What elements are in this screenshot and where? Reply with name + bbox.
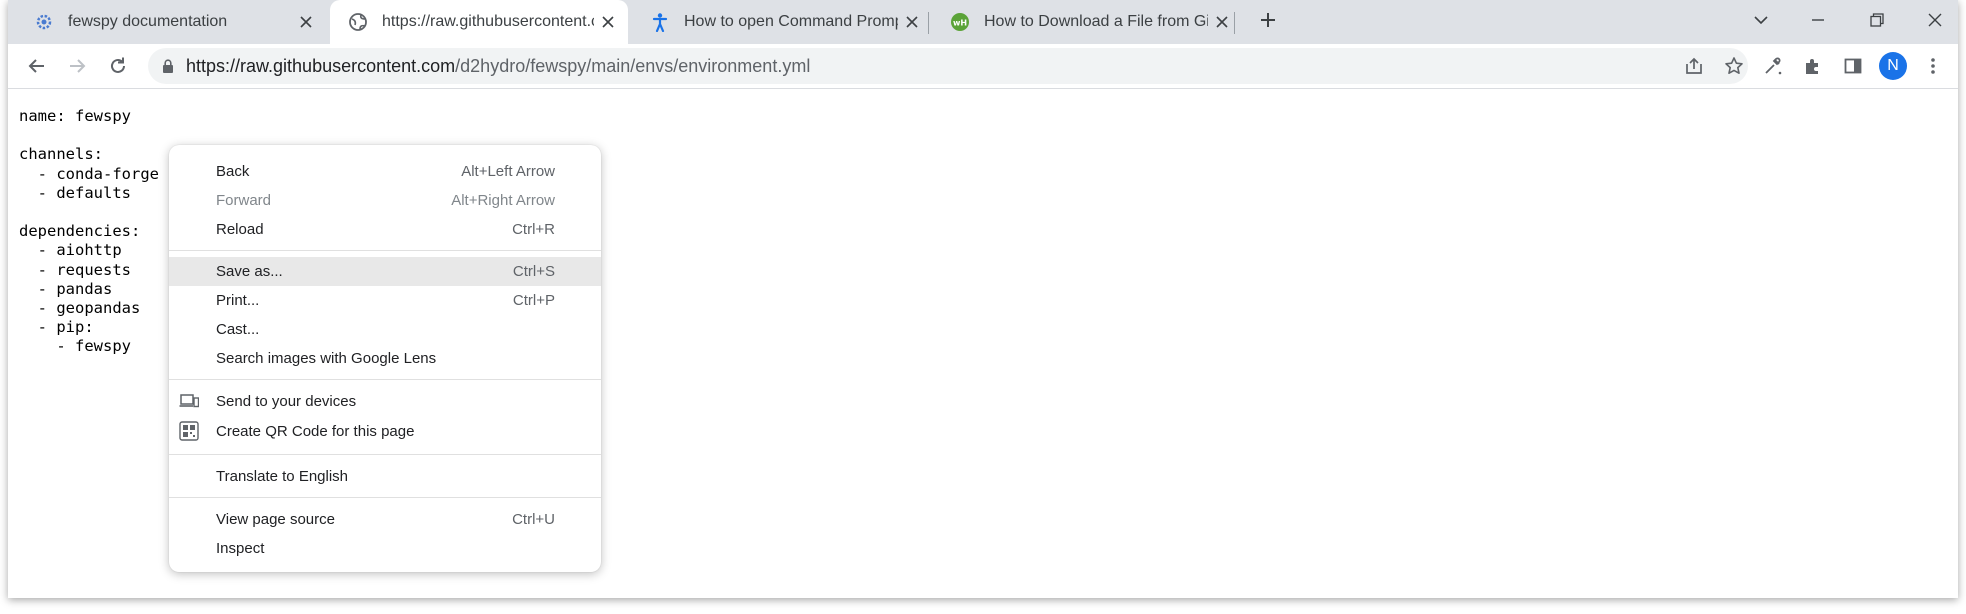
menu-separator xyxy=(169,250,601,251)
qr-code-icon xyxy=(178,421,200,441)
context-menu: Back Alt+Left Arrow Forward Alt+Right Ar… xyxy=(169,145,601,572)
tab-download-file-git[interactable]: wH How to Download a File from Git xyxy=(932,0,1242,44)
tab-fewspy-documentation[interactable]: fewspy documentation xyxy=(16,0,326,44)
wh-logo-icon: wH xyxy=(950,12,970,32)
restore-button[interactable] xyxy=(1854,0,1900,40)
reload-button[interactable] xyxy=(102,50,134,82)
menu-item-send-to-devices[interactable]: Send to your devices xyxy=(169,387,601,416)
eyedropper-icon xyxy=(1765,57,1782,75)
menu-item-cast[interactable]: Cast... xyxy=(169,315,601,344)
close-icon[interactable] xyxy=(594,8,622,36)
menu-button[interactable] xyxy=(1917,50,1949,82)
back-button[interactable] xyxy=(21,50,53,82)
close-icon[interactable] xyxy=(292,8,320,36)
devices-icon xyxy=(178,391,200,411)
minimize-button[interactable] xyxy=(1795,0,1841,40)
menu-item-save-as[interactable]: Save as... Ctrl+S xyxy=(169,257,601,286)
yaml-file-text: name: fewspy channels: - conda-forge - d… xyxy=(19,107,159,356)
menu-item-back[interactable]: Back Alt+Left Arrow xyxy=(169,157,601,186)
puzzle-icon xyxy=(1806,59,1818,74)
profile-avatar[interactable]: N xyxy=(1877,50,1909,82)
tab-search-button[interactable] xyxy=(1738,0,1784,40)
person-accessibility-icon xyxy=(650,12,670,32)
minimize-icon xyxy=(1812,19,1824,21)
extensions-button[interactable] xyxy=(1797,50,1829,82)
close-window-button[interactable] xyxy=(1912,0,1958,40)
arrow-left-icon xyxy=(28,59,44,73)
menu-item-print[interactable]: Print... Ctrl+P xyxy=(169,286,601,315)
kebab-menu-icon xyxy=(1931,58,1935,74)
chevron-down-icon xyxy=(1754,16,1768,25)
menu-separator xyxy=(169,454,601,455)
share-icon[interactable] xyxy=(1684,56,1704,81)
lock-icon[interactable] xyxy=(162,57,178,75)
tab-separator xyxy=(1234,12,1235,34)
forward-button[interactable] xyxy=(61,50,93,82)
close-icon xyxy=(1928,13,1942,27)
menu-separator xyxy=(169,497,601,498)
url-text[interactable]: https://raw.githubusercontent.com/d2hydr… xyxy=(186,56,810,77)
menu-separator xyxy=(169,379,601,380)
reload-icon xyxy=(111,57,125,73)
tab-command-prompt[interactable]: How to open Command Prompt xyxy=(632,0,932,44)
restore-icon xyxy=(1870,13,1884,27)
side-panel-icon xyxy=(1844,58,1862,74)
side-panel-button[interactable] xyxy=(1837,50,1869,82)
close-icon[interactable] xyxy=(1208,8,1236,36)
menu-item-translate[interactable]: Translate to English xyxy=(169,462,601,491)
eyedropper-extension-button[interactable] xyxy=(1757,50,1789,82)
plus-icon xyxy=(1261,13,1275,27)
toolbar: https://raw.githubusercontent.com/d2hydr… xyxy=(8,44,1958,89)
svg-text:wH: wH xyxy=(953,19,967,28)
close-icon[interactable] xyxy=(898,8,926,36)
avatar: N xyxy=(1879,52,1907,80)
tab-title: fewspy documentation xyxy=(68,13,228,30)
menu-item-reload[interactable]: Reload Ctrl+R xyxy=(169,215,601,244)
address-bar[interactable]: https://raw.githubusercontent.com/d2hydr… xyxy=(148,48,1748,84)
star-bookmark-icon[interactable] xyxy=(1724,56,1744,81)
new-tab-button[interactable] xyxy=(1245,0,1291,40)
menu-item-google-lens[interactable]: Search images with Google Lens xyxy=(169,344,601,373)
tab-title: How to open Command Prompt xyxy=(684,13,898,30)
menu-item-forward[interactable]: Forward Alt+Right Arrow xyxy=(169,186,601,215)
arrow-right-icon xyxy=(70,59,86,73)
gear-cog-icon xyxy=(34,12,54,32)
menu-item-view-source[interactable]: View page source Ctrl+U xyxy=(169,505,601,534)
tab-raw-githubusercontent[interactable]: https://raw.githubusercontent.co xyxy=(330,0,628,44)
tab-title: https://raw.githubusercontent.co xyxy=(382,13,594,30)
globe-icon xyxy=(348,12,368,32)
tab-strip: fewspy documentation https://raw.githubu… xyxy=(8,0,1958,44)
tab-title: How to Download a File from Git xyxy=(984,13,1208,30)
menu-item-qr-code[interactable]: Create QR Code for this page xyxy=(169,417,601,446)
menu-item-inspect[interactable]: Inspect xyxy=(169,534,601,563)
tab-separator xyxy=(928,12,929,34)
